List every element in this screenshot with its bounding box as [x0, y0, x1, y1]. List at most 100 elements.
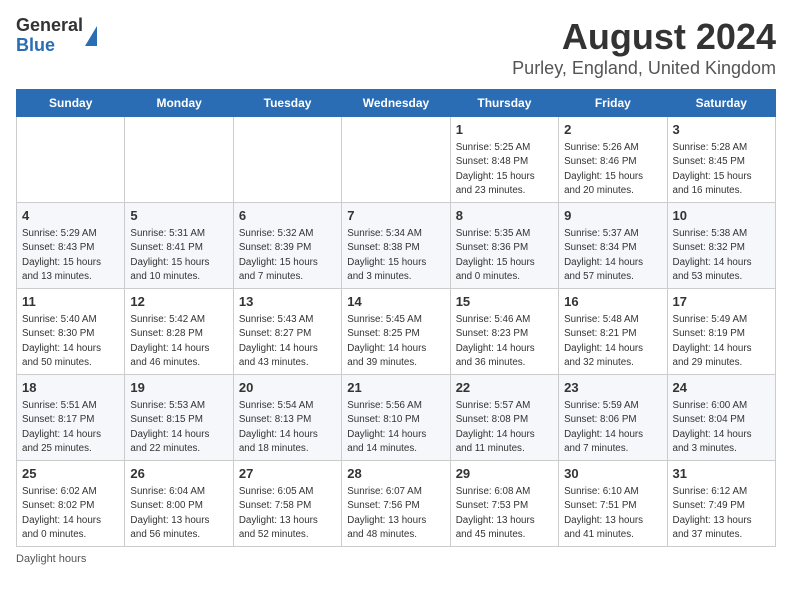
calendar-week-row: 25 Sunrise: 6:02 AM Sunset: 8:02 PM Dayli…: [17, 461, 776, 547]
logo-general: General: [16, 16, 83, 36]
calendar-week-row: 1 Sunrise: 5:25 AM Sunset: 8:48 PM Daylig…: [17, 117, 776, 203]
day-info: Sunrise: 5:26 AM Sunset: 8:46 PM Dayligh…: [564, 141, 661, 198]
day-number: 31: [673, 465, 770, 483]
day-number: 29: [456, 465, 553, 483]
calendar-cell: [233, 117, 341, 203]
calendar-week-row: 4 Sunrise: 5:29 AM Sunset: 8:43 PM Daylig…: [17, 203, 776, 289]
day-number: 28: [347, 465, 444, 483]
calendar-cell: 24 Sunrise: 6:00 AM Sunset: 8:04 PM Dayli…: [667, 375, 775, 461]
day-info: Sunrise: 5:35 AM Sunset: 8:36 PM Dayligh…: [456, 227, 553, 284]
title-block: August 2024 Purley, England, United King…: [512, 16, 776, 79]
column-header-saturday: Saturday: [667, 90, 775, 117]
day-number: 3: [673, 121, 770, 139]
day-info: Sunrise: 5:25 AM Sunset: 8:48 PM Dayligh…: [456, 141, 553, 198]
calendar-cell: 31 Sunrise: 6:12 AM Sunset: 7:49 PM Dayli…: [667, 461, 775, 547]
calendar-cell: 29Sunrise: 6:08 AM Sunset: 7:53 PM Dayli…: [450, 461, 558, 547]
calendar-cell: [342, 117, 450, 203]
day-info: Sunrise: 5:31 AM Sunset: 8:41 PM Dayligh…: [130, 227, 227, 284]
calendar-cell: 4 Sunrise: 5:29 AM Sunset: 8:43 PM Daylig…: [17, 203, 125, 289]
calendar-cell: 7Sunrise: 5:34 AM Sunset: 8:38 PM Daylig…: [342, 203, 450, 289]
day-number: 9: [564, 207, 661, 225]
page-subtitle: Purley, England, United Kingdom: [512, 58, 776, 79]
calendar-cell: 26Sunrise: 6:04 AM Sunset: 8:00 PM Dayli…: [125, 461, 233, 547]
day-info: Sunrise: 6:07 AM Sunset: 7:56 PM Dayligh…: [347, 485, 444, 542]
day-number: 8: [456, 207, 553, 225]
logo-text: General Blue: [16, 16, 83, 56]
calendar-cell: 12Sunrise: 5:42 AM Sunset: 8:28 PM Dayli…: [125, 289, 233, 375]
day-info: Sunrise: 5:54 AM Sunset: 8:13 PM Dayligh…: [239, 399, 336, 456]
day-number: 23: [564, 379, 661, 397]
calendar-cell: 27Sunrise: 6:05 AM Sunset: 7:58 PM Dayli…: [233, 461, 341, 547]
logo-icon: [85, 26, 97, 46]
day-info: Sunrise: 5:38 AM Sunset: 8:32 PM Dayligh…: [673, 227, 770, 284]
calendar-header-row: SundayMondayTuesdayWednesdayThursdayFrid…: [17, 90, 776, 117]
calendar-cell: 18 Sunrise: 5:51 AM Sunset: 8:17 PM Dayli…: [17, 375, 125, 461]
column-header-tuesday: Tuesday: [233, 90, 341, 117]
day-info: Sunrise: 6:02 AM Sunset: 8:02 PM Dayligh…: [22, 485, 119, 542]
day-number: 1: [456, 121, 553, 139]
calendar-week-row: 18 Sunrise: 5:51 AM Sunset: 8:17 PM Dayli…: [17, 375, 776, 461]
day-number: 27: [239, 465, 336, 483]
day-info: Sunrise: 5:28 AM Sunset: 8:45 PM Dayligh…: [673, 141, 770, 198]
day-info: Sunrise: 6:04 AM Sunset: 8:00 PM Dayligh…: [130, 485, 227, 542]
day-number: 5: [130, 207, 227, 225]
day-info: Sunrise: 5:57 AM Sunset: 8:08 PM Dayligh…: [456, 399, 553, 456]
calendar-cell: 30Sunrise: 6:10 AM Sunset: 7:51 PM Dayli…: [559, 461, 667, 547]
day-number: 7: [347, 207, 444, 225]
day-number: 24: [673, 379, 770, 397]
logo-blue: Blue: [16, 36, 83, 56]
day-info: Sunrise: 5:29 AM Sunset: 8:43 PM Dayligh…: [22, 227, 119, 284]
day-number: 17: [673, 293, 770, 311]
day-number: 10: [673, 207, 770, 225]
day-info: Sunrise: 5:46 AM Sunset: 8:23 PM Dayligh…: [456, 313, 553, 370]
day-info: Sunrise: 5:42 AM Sunset: 8:28 PM Dayligh…: [130, 313, 227, 370]
calendar-cell: [125, 117, 233, 203]
calendar-cell: 15Sunrise: 5:46 AM Sunset: 8:23 PM Dayli…: [450, 289, 558, 375]
day-number: 2: [564, 121, 661, 139]
day-number: 20: [239, 379, 336, 397]
calendar-cell: 19 Sunrise: 5:53 AM Sunset: 8:15 PM Dayli…: [125, 375, 233, 461]
calendar-cell: 28 Sunrise: 6:07 AM Sunset: 7:56 PM Dayli…: [342, 461, 450, 547]
calendar-cell: 16Sunrise: 5:48 AM Sunset: 8:21 PM Dayli…: [559, 289, 667, 375]
day-info: Sunrise: 5:59 AM Sunset: 8:06 PM Dayligh…: [564, 399, 661, 456]
day-number: 21: [347, 379, 444, 397]
calendar-cell: 14 Sunrise: 5:45 AM Sunset: 8:25 PM Dayli…: [342, 289, 450, 375]
day-info: Sunrise: 6:00 AM Sunset: 8:04 PM Dayligh…: [673, 399, 770, 456]
day-number: 22: [456, 379, 553, 397]
day-number: 11: [22, 293, 119, 311]
day-info: Sunrise: 5:56 AM Sunset: 8:10 PM Dayligh…: [347, 399, 444, 456]
day-info: Sunrise: 5:49 AM Sunset: 8:19 PM Dayligh…: [673, 313, 770, 370]
day-number: 14: [347, 293, 444, 311]
day-number: 19: [130, 379, 227, 397]
calendar-cell: 25 Sunrise: 6:02 AM Sunset: 8:02 PM Dayli…: [17, 461, 125, 547]
day-number: 4: [22, 207, 119, 225]
day-number: 25: [22, 465, 119, 483]
day-info: Sunrise: 6:12 AM Sunset: 7:49 PM Dayligh…: [673, 485, 770, 542]
calendar-cell: 23 Sunrise: 5:59 AM Sunset: 8:06 PM Dayli…: [559, 375, 667, 461]
calendar-cell: 10 Sunrise: 5:38 AM Sunset: 8:32 PM Dayli…: [667, 203, 775, 289]
calendar-cell: 8 Sunrise: 5:35 AM Sunset: 8:36 PM Daylig…: [450, 203, 558, 289]
day-info: Sunrise: 5:51 AM Sunset: 8:17 PM Dayligh…: [22, 399, 119, 456]
day-info: Sunrise: 5:48 AM Sunset: 8:21 PM Dayligh…: [564, 313, 661, 370]
day-info: Sunrise: 5:40 AM Sunset: 8:30 PM Dayligh…: [22, 313, 119, 370]
day-info: Sunrise: 5:45 AM Sunset: 8:25 PM Dayligh…: [347, 313, 444, 370]
calendar-table: SundayMondayTuesdayWednesdayThursdayFrid…: [16, 89, 776, 547]
day-info: Sunrise: 5:53 AM Sunset: 8:15 PM Dayligh…: [130, 399, 227, 456]
day-info: Sunrise: 5:32 AM Sunset: 8:39 PM Dayligh…: [239, 227, 336, 284]
day-info: Sunrise: 5:37 AM Sunset: 8:34 PM Dayligh…: [564, 227, 661, 284]
logo: General Blue: [16, 16, 97, 56]
calendar-cell: 1 Sunrise: 5:25 AM Sunset: 8:48 PM Daylig…: [450, 117, 558, 203]
column-header-thursday: Thursday: [450, 90, 558, 117]
day-number: 13: [239, 293, 336, 311]
column-header-friday: Friday: [559, 90, 667, 117]
calendar-cell: 21 Sunrise: 5:56 AM Sunset: 8:10 PM Dayli…: [342, 375, 450, 461]
calendar-cell: 11 Sunrise: 5:40 AM Sunset: 8:30 PM Dayli…: [17, 289, 125, 375]
calendar-cell: 2 Sunrise: 5:26 AM Sunset: 8:46 PM Daylig…: [559, 117, 667, 203]
column-header-wednesday: Wednesday: [342, 90, 450, 117]
day-info: Sunrise: 5:43 AM Sunset: 8:27 PM Dayligh…: [239, 313, 336, 370]
calendar-cell: 5 Sunrise: 5:31 AM Sunset: 8:41 PM Daylig…: [125, 203, 233, 289]
calendar-week-row: 11 Sunrise: 5:40 AM Sunset: 8:30 PM Dayli…: [17, 289, 776, 375]
day-number: 30: [564, 465, 661, 483]
day-number: 6: [239, 207, 336, 225]
day-number: 18: [22, 379, 119, 397]
